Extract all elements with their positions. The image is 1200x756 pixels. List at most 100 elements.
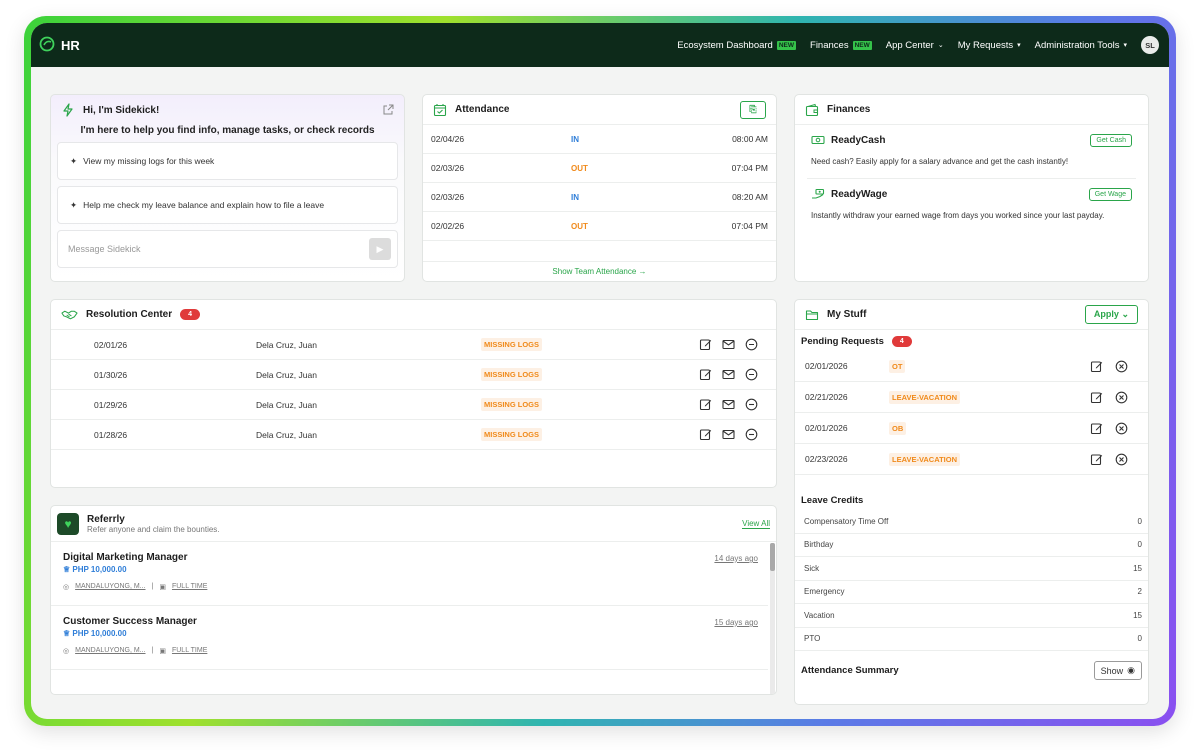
job-listing[interactable]: Customer Success Manager ♕ PHP 10,000.00… bbox=[51, 606, 768, 670]
trophy-icon: ♕ bbox=[63, 565, 71, 574]
attendance-row: 02/03/26 IN 08:20 AM bbox=[423, 183, 776, 212]
separator: | bbox=[151, 583, 154, 590]
apply-dropdown-button[interactable]: Apply ⌄ bbox=[1084, 305, 1138, 324]
sidekick-suggestion[interactable]: ✦ View my missing logs for this week bbox=[57, 142, 398, 180]
chevron-down-icon: ⌄ bbox=[1121, 309, 1129, 319]
leave-label: Sick bbox=[804, 563, 820, 573]
pr-type-tag: LEAVE-VACATION bbox=[889, 390, 960, 404]
job-pay: PHP 10,000.00 bbox=[72, 629, 127, 638]
sidekick-card: Hi, I'm Sidekick! I'm here to help you f… bbox=[50, 94, 405, 282]
cancel-circle-icon[interactable] bbox=[1115, 422, 1128, 435]
nav-label: App Center bbox=[885, 39, 934, 51]
minus-circle-icon[interactable] bbox=[745, 338, 758, 351]
edit-icon[interactable] bbox=[699, 428, 712, 441]
readycash-title-row: ReadyCash Get Cash bbox=[811, 133, 1132, 147]
leave-label: Emergency bbox=[804, 587, 845, 597]
briefcase-icon: ▣ bbox=[159, 584, 166, 591]
leave-label: Birthday bbox=[804, 540, 834, 550]
app-frame: HR Ecosystem Dashboard NEW Finances NEW … bbox=[24, 16, 1176, 726]
row-actions bbox=[1090, 391, 1128, 404]
nav-administration-tools[interactable]: Administration Tools ▾ bbox=[1035, 40, 1127, 51]
edit-icon[interactable] bbox=[1090, 391, 1103, 404]
job-location: MANDALUYONG, M... bbox=[75, 647, 146, 654]
money-hand-icon bbox=[811, 187, 825, 201]
edit-icon[interactable] bbox=[1090, 422, 1103, 435]
brand[interactable]: HR bbox=[39, 36, 80, 55]
cancel-circle-icon[interactable] bbox=[1115, 453, 1128, 466]
scrollbar-thumb[interactable] bbox=[770, 543, 775, 571]
pending-request-row: 02/23/2026 LEAVE-VACATION bbox=[795, 444, 1148, 475]
sidekick-suggestion[interactable]: ✦ Help me check my leave balance and exp… bbox=[57, 186, 398, 224]
folder-icon bbox=[805, 308, 819, 322]
leave-credit-row: Emergency 2 bbox=[795, 581, 1148, 604]
show-button[interactable]: Show ◉ bbox=[1093, 661, 1142, 680]
cancel-circle-icon[interactable] bbox=[1115, 391, 1128, 404]
edit-icon[interactable] bbox=[699, 368, 712, 381]
att-time: 08:20 AM bbox=[732, 192, 768, 202]
job-type: FULL TIME bbox=[171, 647, 208, 654]
att-time: 07:04 PM bbox=[731, 163, 768, 173]
nav-label: Finances bbox=[810, 39, 849, 51]
attendance-row: 02/02/26 OUT 07:04 PM bbox=[423, 212, 776, 241]
edit-icon[interactable] bbox=[699, 338, 712, 351]
pr-type-tag: OT bbox=[889, 359, 906, 373]
show-team-attendance-link[interactable]: Show Team Attendance → bbox=[423, 261, 776, 281]
job-title: Digital Marketing Manager bbox=[63, 552, 188, 563]
send-button[interactable]: ▶ bbox=[369, 238, 391, 260]
pending-title: Pending Requests bbox=[801, 336, 884, 347]
res-date: 02/01/26 bbox=[94, 339, 128, 350]
minus-circle-icon[interactable] bbox=[745, 368, 758, 381]
resolution-header: Resolution Center 4 bbox=[51, 300, 776, 330]
edit-icon[interactable] bbox=[1090, 453, 1103, 466]
view-all-link[interactable]: View All bbox=[742, 519, 770, 529]
edit-icon[interactable] bbox=[1090, 360, 1103, 373]
attendance-row: 02/03/26 OUT 07:04 PM bbox=[423, 154, 776, 183]
edit-icon[interactable] bbox=[699, 398, 712, 411]
external-link-icon[interactable] bbox=[382, 104, 394, 116]
job-location: MANDALUYONG, M... bbox=[75, 583, 146, 590]
readycash-name: ReadyCash bbox=[831, 134, 886, 146]
att-time: 08:00 AM bbox=[732, 134, 768, 144]
leave-credit-row: Sick 15 bbox=[795, 557, 1148, 581]
res-date: 01/30/26 bbox=[94, 369, 128, 380]
referrly-header: ♥ Referrly Refer anyone and claim the bo… bbox=[51, 506, 776, 542]
sidekick-message-input[interactable]: Message Sidekick ▶ bbox=[57, 230, 398, 268]
location-pin-icon: ◎ bbox=[63, 648, 70, 655]
leave-credit-row: Vacation 15 bbox=[795, 604, 1148, 628]
nav-label: Ecosystem Dashboard bbox=[677, 39, 773, 51]
pr-date: 02/01/2026 bbox=[805, 361, 848, 371]
nav-app-center[interactable]: App Center ⌄ bbox=[886, 40, 944, 51]
cash-icon bbox=[811, 133, 825, 147]
brand-name: HR bbox=[61, 37, 80, 53]
avatar[interactable]: SL bbox=[1141, 36, 1159, 54]
finances-card: Finances ReadyCash Get Cash Need cash? E… bbox=[794, 94, 1149, 282]
handshake-icon bbox=[61, 308, 78, 322]
nav-my-requests[interactable]: My Requests ▾ bbox=[958, 40, 1021, 51]
input-placeholder: Message Sidekick bbox=[68, 244, 141, 254]
nav-ecosystem-dashboard[interactable]: Ecosystem Dashboard NEW bbox=[677, 39, 797, 51]
attendance-row: 02/04/26 IN 08:00 AM bbox=[423, 125, 776, 154]
calendar-check-icon bbox=[433, 103, 447, 117]
readywage-desc: Instantly withdraw your earned wage from… bbox=[811, 211, 1105, 220]
mail-icon[interactable] bbox=[722, 338, 735, 351]
logo-icon bbox=[39, 36, 55, 55]
nav-finances[interactable]: Finances NEW bbox=[810, 40, 872, 51]
sidekick-header: Hi, I'm Sidekick! bbox=[51, 95, 404, 125]
sparkle-small-icon: ✦ bbox=[70, 155, 78, 166]
minus-circle-icon[interactable] bbox=[745, 398, 758, 411]
mail-icon[interactable] bbox=[722, 368, 735, 381]
nav-menu: Ecosystem Dashboard NEW Finances NEW App… bbox=[677, 36, 1159, 54]
leave-credit-row: PTO 0 bbox=[795, 628, 1148, 651]
job-posted-ago: 15 days ago bbox=[714, 618, 758, 627]
new-badge: NEW bbox=[852, 40, 872, 50]
cancel-circle-icon[interactable] bbox=[1115, 360, 1128, 373]
mail-icon[interactable] bbox=[722, 398, 735, 411]
clock-in-button[interactable]: ⎘ bbox=[740, 100, 766, 119]
app-screen: HR Ecosystem Dashboard NEW Finances NEW … bbox=[31, 23, 1169, 719]
get-cash-button[interactable]: Get Cash bbox=[1090, 133, 1132, 147]
minus-circle-icon[interactable] bbox=[745, 428, 758, 441]
attendance-summary-title: Attendance Summary bbox=[801, 665, 899, 676]
mail-icon[interactable] bbox=[722, 428, 735, 441]
get-wage-button[interactable]: Get Wage bbox=[1088, 187, 1132, 201]
job-listing[interactable]: Digital Marketing Manager ♕ PHP 10,000.0… bbox=[51, 542, 768, 606]
